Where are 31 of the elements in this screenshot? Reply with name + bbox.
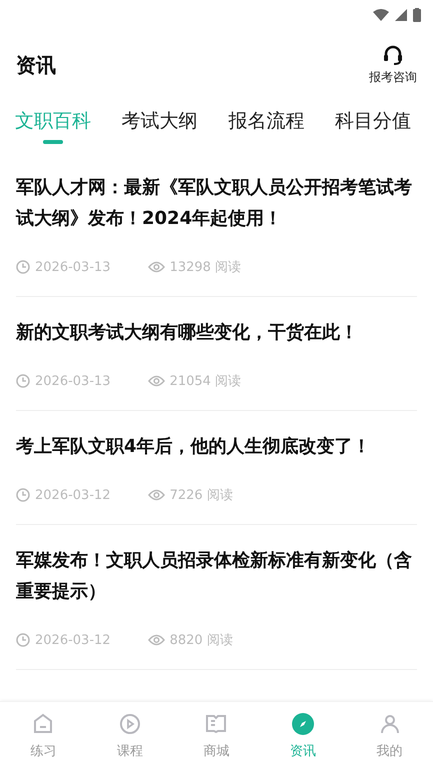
article-title[interactable]: 军队人才网：最新《军队文职人员公开招考笔试考试大纲》发布！2024年起使用！ — [16, 172, 417, 234]
eye-icon — [148, 375, 165, 387]
view-count: 13298 阅读 — [170, 259, 242, 276]
category-tab[interactable]: 考试大纲 — [122, 108, 198, 144]
wifi-icon — [373, 9, 389, 21]
headset-icon — [382, 44, 404, 64]
view-count: 8820 阅读 — [170, 632, 233, 649]
consult-button[interactable]: 报考咨询 — [369, 44, 417, 86]
eye-icon — [148, 261, 165, 273]
compass-icon — [291, 712, 316, 736]
signal-icon — [395, 9, 407, 21]
clock-icon — [16, 633, 30, 647]
publish-date: 2026-03-12 — [35, 632, 111, 648]
play-icon — [118, 712, 142, 736]
view-count: 21054 阅读 — [170, 373, 242, 390]
category-tab[interactable]: 科目分值 — [334, 108, 411, 144]
eye-icon — [148, 489, 165, 501]
category-tab[interactable]: 报名流程 — [228, 108, 304, 144]
clock-icon — [16, 488, 30, 502]
eye-icon — [148, 634, 165, 646]
article-title[interactable]: 考上军队文职4年后，他的人生彻底改变了！ — [16, 431, 417, 462]
view-count: 7226 阅读 — [170, 487, 233, 504]
publish-date: 2026-03-12 — [35, 488, 111, 502]
publish-date: 2026-03-13 — [35, 374, 111, 388]
clock-icon — [16, 260, 30, 274]
article-title[interactable]: 军媒发布！文职人员招录体检新标准有新变化（含重要提示） — [16, 545, 417, 607]
clock-icon — [16, 374, 30, 388]
article-title[interactable]: 新的文职考试大纲有哪些变化，干货在此！ — [16, 317, 417, 348]
battery-icon — [413, 8, 421, 22]
page-title: 资讯 — [16, 52, 56, 78]
publish-date: 2026-03-13 — [35, 260, 111, 274]
